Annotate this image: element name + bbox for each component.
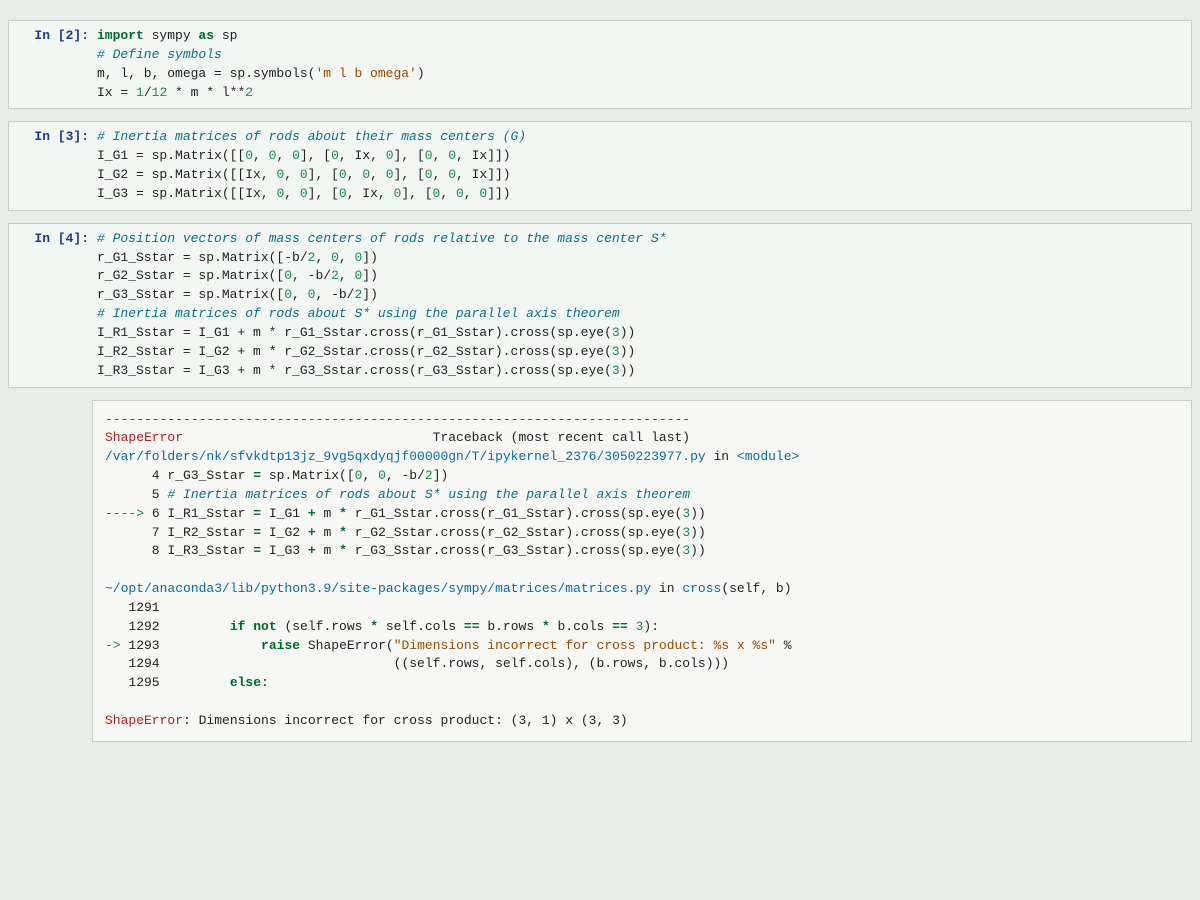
code-cell[interactable]: In [2]:import sympy as sp# Define symbol…: [8, 20, 1192, 109]
code-line: Ix = 1/12 * m * l**2: [97, 84, 1181, 103]
code-line: I_R1_Sstar = I_G1 + m * r_G1_Sstar.cross…: [97, 324, 1181, 343]
code-line: [105, 561, 1179, 580]
output-area: ----------------------------------------…: [92, 400, 1192, 742]
input-area[interactable]: # Inertia matrices of rods about their m…: [93, 122, 1191, 209]
input-prompt: In [4]:: [9, 224, 93, 387]
code-line: 8 I_R3_Sstar = I_G3 + m * r_G3_Sstar.cro…: [105, 542, 1179, 561]
code-line: ----> 6 I_R1_Sstar = I_G1 + m * r_G1_Sst…: [105, 505, 1179, 524]
code-line: import sympy as sp: [97, 27, 1181, 46]
input-prompt: In [2]:: [9, 21, 93, 108]
code-line: ~/opt/anaconda3/lib/python3.9/site-packa…: [105, 580, 1179, 599]
code-line: I_R3_Sstar = I_G3 + m * r_G3_Sstar.cross…: [97, 362, 1181, 381]
code-line: I_G2 = sp.Matrix([[Ix, 0, 0], [0, 0, 0],…: [97, 166, 1181, 185]
code-line: /var/folders/nk/sfvkdtp13jz_9vg5qxdyqjf0…: [105, 448, 1179, 467]
code-line: r_G2_Sstar = sp.Matrix([0, -b/2, 0]): [97, 267, 1181, 286]
code-line: # Position vectors of mass centers of ro…: [97, 230, 1181, 249]
code-line: I_R2_Sstar = I_G2 + m * r_G2_Sstar.cross…: [97, 343, 1181, 362]
code-line: # Inertia matrices of rods about S* usin…: [97, 305, 1181, 324]
code-line: ShapeError Traceback (most recent call l…: [105, 429, 1179, 448]
code-line: 4 r_G3_Sstar = sp.Matrix([0, 0, -b/2]): [105, 467, 1179, 486]
code-line: m, l, b, omega = sp.symbols('m l b omega…: [97, 65, 1181, 84]
input-prompt: In [3]:: [9, 122, 93, 209]
code-line: ShapeError: Dimensions incorrect for cro…: [105, 712, 1179, 731]
notebook: In [2]:import sympy as sp# Define symbol…: [0, 0, 1200, 784]
code-line: [105, 693, 1179, 712]
code-line: # Define symbols: [97, 46, 1181, 65]
code-line: 1291: [105, 599, 1179, 618]
code-line: # Inertia matrices of rods about their m…: [97, 128, 1181, 147]
code-line: I_G3 = sp.Matrix([[Ix, 0, 0], [0, Ix, 0]…: [97, 185, 1181, 204]
output-cell: ----------------------------------------…: [8, 400, 1192, 742]
input-area[interactable]: # Position vectors of mass centers of ro…: [93, 224, 1191, 387]
code-line: 1294 ((self.rows, self.cols), (b.rows, b…: [105, 655, 1179, 674]
code-line: r_G3_Sstar = sp.Matrix([0, 0, -b/2]): [97, 286, 1181, 305]
code-line: I_G1 = sp.Matrix([[0, 0, 0], [0, Ix, 0],…: [97, 147, 1181, 166]
code-line: -> 1293 raise ShapeError("Dimensions inc…: [105, 637, 1179, 656]
input-area[interactable]: import sympy as sp# Define symbolsm, l, …: [93, 21, 1191, 108]
code-line: 1295 else:: [105, 674, 1179, 693]
code-line: 7 I_R2_Sstar = I_G2 + m * r_G2_Sstar.cro…: [105, 524, 1179, 543]
output-prompt: [8, 400, 92, 742]
code-cell[interactable]: In [3]:# Inertia matrices of rods about …: [8, 121, 1192, 210]
code-line: 5 # Inertia matrices of rods about S* us…: [105, 486, 1179, 505]
code-cell[interactable]: In [4]:# Position vectors of mass center…: [8, 223, 1192, 388]
code-line: ----------------------------------------…: [105, 411, 1179, 430]
code-line: r_G1_Sstar = sp.Matrix([-b/2, 0, 0]): [97, 249, 1181, 268]
code-line: 1292 if not (self.rows * self.cols == b.…: [105, 618, 1179, 637]
